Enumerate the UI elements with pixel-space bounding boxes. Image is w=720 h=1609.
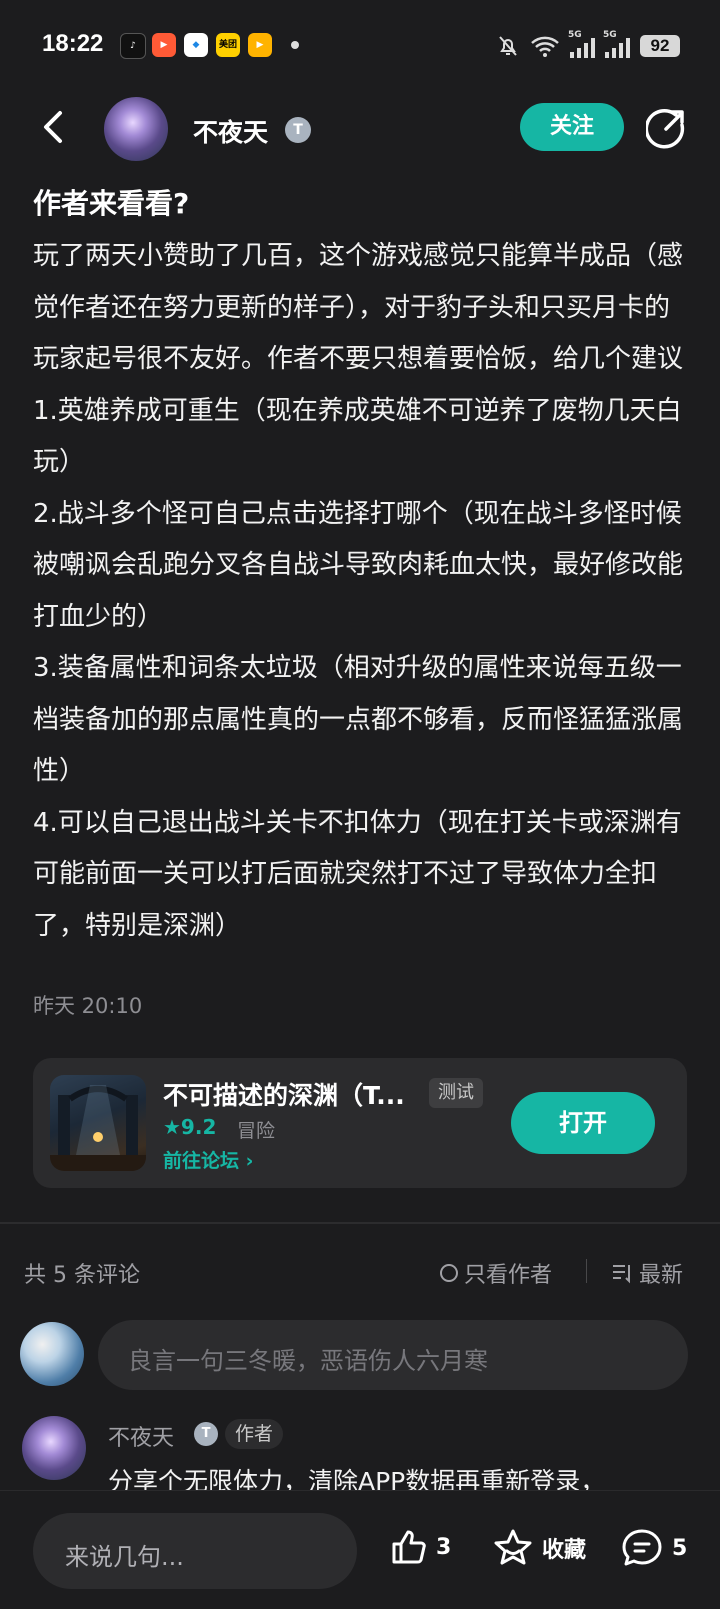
- game-icon[interactable]: [50, 1075, 146, 1171]
- signal-5g-icon: 5G: [568, 30, 595, 58]
- post-paragraph: 3.装备属性和词条太垃圾（相对升级的属性来说每五级一档装备加的那点属性真的一点都…: [33, 653, 684, 786]
- star-icon: [494, 1529, 532, 1565]
- more-notifications-dot: [291, 41, 299, 49]
- my-avatar[interactable]: [20, 1322, 84, 1386]
- author-tag: 作者: [225, 1419, 284, 1449]
- video-app-notification-icon: ▶: [152, 33, 176, 57]
- favorite-label: 收藏: [542, 1538, 587, 1563]
- author-level-badge: T: [285, 117, 311, 143]
- post-title: 作者来看看?: [33, 187, 190, 220]
- sort-label: 最新: [639, 1263, 684, 1288]
- author-avatar[interactable]: [104, 97, 168, 161]
- only-author-toggle[interactable]: 只看作者: [440, 1257, 552, 1289]
- sort-button[interactable]: 最新: [611, 1257, 683, 1289]
- author-name[interactable]: 不夜天: [193, 113, 268, 149]
- mute-bell-icon: [499, 36, 517, 56]
- wifi-icon: [531, 36, 559, 57]
- open-game-button[interactable]: 打开: [511, 1092, 655, 1154]
- post-paragraph: 4.可以自己退出战斗关卡不扣体力（现在打关卡或深渊有可能前面一关可以打后面就突然…: [33, 807, 682, 941]
- like-count: 3: [436, 1534, 452, 1560]
- signal-5g-icon-2: 5G: [603, 30, 630, 58]
- post-paragraph: 玩了两天小赞助了几百，这个游戏感觉只能算半成品（感觉作者还在努力更新的样子），对…: [33, 241, 684, 374]
- game-genre: 冒险: [237, 1120, 276, 1142]
- status-time: 18:22: [42, 30, 104, 57]
- comment-input[interactable]: 良言一句三冬暖，恶语伤人六月寒: [98, 1320, 688, 1390]
- sort-icon: [613, 1265, 630, 1284]
- comment-button[interactable]: 5: [620, 1527, 687, 1569]
- reply-input-placeholder: 来说几句...: [65, 1543, 184, 1571]
- go-to-forum-link[interactable]: 前往论坛 ›: [163, 1146, 253, 1173]
- status-bar: 18:22 ♪ ▶ ◆ 美团 ▶ 5G 5G 92: [0, 0, 720, 92]
- player-notification-icon: ▶: [248, 33, 272, 57]
- tiktok-notification-icon: ♪: [120, 33, 146, 59]
- test-tag: 测试: [429, 1078, 483, 1108]
- battery-indicator: 92: [640, 35, 680, 57]
- comment-count-bottom: 5: [672, 1535, 688, 1561]
- comment-bubble-icon: [622, 1529, 662, 1566]
- only-author-label: 只看作者: [464, 1263, 553, 1288]
- reply-input[interactable]: 来说几句...: [33, 1513, 357, 1589]
- share-icon[interactable]: [646, 107, 688, 149]
- header-separator: [586, 1259, 587, 1283]
- post-timestamp: 昨天 20:10: [33, 994, 143, 1018]
- thumbs-up-icon: [392, 1530, 426, 1564]
- bottom-action-bar: 来说几句... 3 收藏 5: [0, 1490, 720, 1609]
- comment-count: 共 5 条评论: [24, 1263, 140, 1288]
- back-arrow-icon[interactable]: [36, 107, 72, 147]
- game-card[interactable]: 不可描述的深渊（T... 测试 ★9.2 冒险 前往论坛 › 打开: [33, 1058, 687, 1188]
- comment-author-name[interactable]: 不夜天: [108, 1420, 174, 1452]
- radio-circle-icon: [440, 1264, 458, 1282]
- meituan-notification-icon: 美团: [216, 33, 240, 57]
- like-button[interactable]: 3: [388, 1527, 451, 1567]
- section-divider: [0, 1222, 720, 1224]
- comment-avatar[interactable]: [22, 1416, 86, 1480]
- post-paragraph: 1.英雄养成可重生（现在养成英雄不可逆养了废物几天白玩）: [33, 395, 682, 478]
- comment-input-placeholder: 良言一句三冬暖，恶语伤人六月寒: [128, 1347, 488, 1375]
- cloud-app-notification-icon: ◆: [184, 33, 208, 57]
- follow-button[interactable]: 关注: [520, 103, 624, 151]
- favorite-button[interactable]: 收藏: [492, 1527, 586, 1569]
- comment-author-badge: T: [194, 1422, 218, 1446]
- game-name[interactable]: 不可描述的深渊（T...: [163, 1076, 405, 1112]
- post-paragraph: 2.战斗多个怪可自己点击选择打哪个（现在战斗多怪时候被嘲讽会乱跑分叉各自战斗导致…: [33, 498, 684, 632]
- post-header: 不夜天 T 关注: [0, 95, 720, 163]
- post-body: 玩了两天小赞助了几百，这个游戏感觉只能算半成品（感觉作者还在努力更新的样子），对…: [33, 231, 693, 952]
- game-rating: ★9.2: [163, 1115, 217, 1139]
